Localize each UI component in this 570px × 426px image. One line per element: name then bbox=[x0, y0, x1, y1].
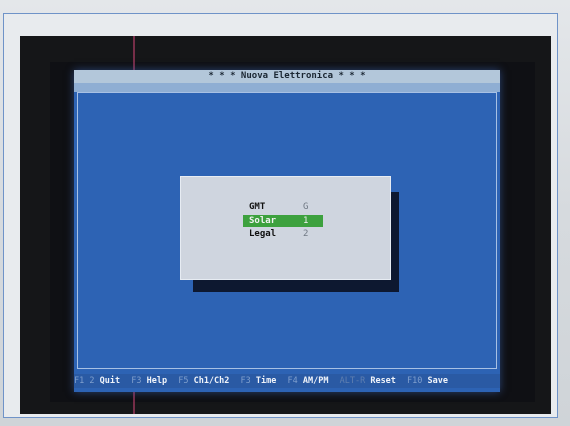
option-label: Legal bbox=[249, 229, 277, 239]
option-gmt[interactable]: GMT G bbox=[243, 201, 323, 213]
fkey-label: Ch1/Ch2 bbox=[193, 376, 230, 386]
fkey-label: AM/PM bbox=[302, 376, 329, 386]
option-solar[interactable]: Solar 1 bbox=[243, 215, 323, 227]
fkey-channel[interactable]: F5 Ch1/Ch2 bbox=[178, 374, 229, 388]
option-legal[interactable]: Legal 2 bbox=[243, 228, 323, 240]
title-bar-underline bbox=[74, 83, 500, 92]
screen-title: * * * Nuova Elettronica * * * bbox=[208, 71, 366, 81]
fkey-reset[interactable]: ALT-R Reset bbox=[340, 374, 396, 388]
fkey-label: Quit bbox=[99, 376, 121, 386]
fkey-label: Time bbox=[255, 376, 277, 386]
fkey-quit[interactable]: F1 2 Quit bbox=[74, 374, 120, 388]
function-key-bar: F1 2 Quit F3 Help F5 Ch1/Ch2 F3 Time F4 … bbox=[74, 374, 500, 388]
fkey-time[interactable]: F3 Time bbox=[241, 374, 277, 388]
fkey-key: F3 bbox=[131, 376, 142, 386]
fkey-key: F3 bbox=[240, 376, 251, 386]
time-mode-dialog: GMT G Solar 1 Legal 2 bbox=[180, 176, 391, 280]
fkey-save[interactable]: F10 Save bbox=[407, 374, 448, 388]
screen-title-bar: * * * Nuova Elettronica * * * bbox=[74, 70, 500, 83]
fkey-key: F10 bbox=[407, 376, 423, 386]
option-hotkey: 1 bbox=[303, 216, 309, 226]
fkey-key: F4 bbox=[287, 376, 298, 386]
fkey-help[interactable]: F3 Help bbox=[131, 374, 167, 388]
fkey-key: ALT-R bbox=[339, 376, 366, 386]
fkey-label: Help bbox=[146, 376, 168, 386]
option-label: GMT bbox=[249, 202, 266, 212]
fkey-key: F5 bbox=[178, 376, 189, 386]
fkey-ampm[interactable]: F4 AM/PM bbox=[288, 374, 329, 388]
option-label: Solar bbox=[249, 216, 277, 226]
fkey-label: Reset bbox=[370, 376, 396, 386]
option-hotkey: G bbox=[303, 202, 309, 212]
option-hotkey: 2 bbox=[303, 229, 309, 239]
fkey-label: Save bbox=[427, 376, 449, 386]
fkey-key: F1 2 bbox=[74, 376, 95, 386]
